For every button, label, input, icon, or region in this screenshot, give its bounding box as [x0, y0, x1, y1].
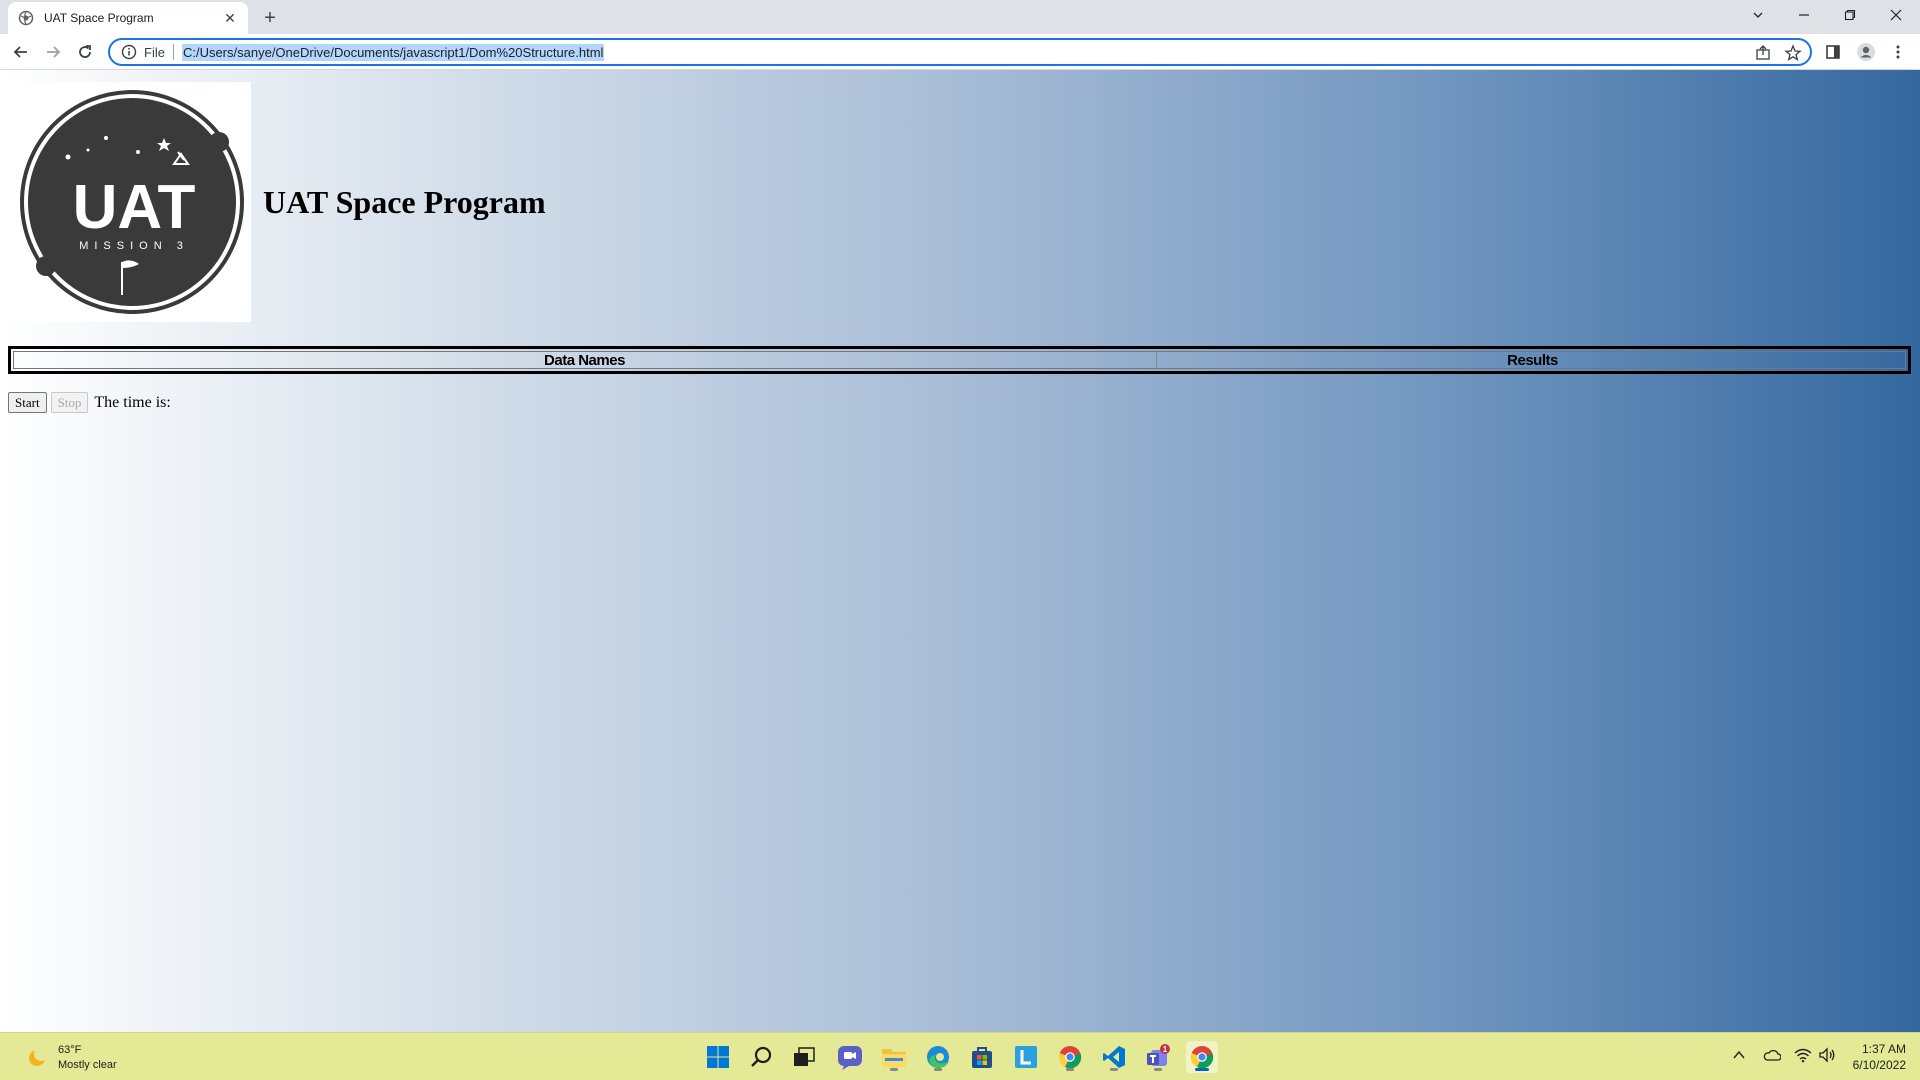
running-indicator	[1066, 1068, 1074, 1071]
active-indicator	[1195, 1068, 1209, 1071]
tab-close-icon[interactable]: ✕	[222, 10, 238, 26]
teams-badge: 1	[1163, 1045, 1168, 1054]
search-icon[interactable]	[746, 1041, 778, 1073]
data-table: Data Names Results	[8, 346, 1911, 374]
column-header-data-names: Data Names	[13, 351, 1157, 369]
teams-icon[interactable]: 1	[1142, 1041, 1174, 1073]
omnibox-separator	[172, 44, 174, 60]
onedrive-cloud-icon[interactable]	[1762, 1045, 1782, 1065]
tab-title: UAT Space Program	[44, 11, 154, 25]
vscode-icon[interactable]	[1098, 1041, 1130, 1073]
globe-icon	[18, 10, 34, 26]
page-header: UAT MISSION 3 UAT Space Program	[8, 82, 546, 322]
running-indicator	[1110, 1068, 1118, 1071]
windows-start-icon[interactable]	[702, 1041, 734, 1073]
forward-arrow-icon[interactable]	[41, 40, 65, 64]
chat-icon[interactable]	[834, 1041, 866, 1073]
side-panel-icon[interactable]	[1823, 42, 1843, 62]
system-clock[interactable]: 1:37 AM 6/10/2022	[1840, 1041, 1906, 1073]
reload-icon[interactable]	[73, 40, 97, 64]
chrome-active-icon[interactable]	[1186, 1041, 1218, 1073]
clock-time: 1:37 AM	[1861, 1042, 1906, 1056]
volume-icon[interactable]	[1817, 1045, 1837, 1065]
tab-strip: UAT Space Program ✕ +	[0, 0, 1920, 34]
stop-button[interactable]: Stop	[50, 392, 89, 413]
task-view-icon[interactable]	[788, 1041, 820, 1073]
time-label: The time is:	[94, 393, 171, 411]
weather-description: Mostly clear	[58, 1059, 117, 1071]
address-bar[interactable]: File C:/Users/sanye/OneDrive/Documents/j…	[108, 38, 1812, 66]
menu-kebab-icon[interactable]	[1888, 42, 1908, 62]
browser-toolbar: File C:/Users/sanye/OneDrive/Documents/j…	[0, 34, 1920, 70]
wifi-icon[interactable]	[1793, 1045, 1813, 1065]
running-indicator	[890, 1068, 898, 1071]
close-window-icon[interactable]	[1874, 0, 1918, 30]
logo-wordmark: UAT	[73, 173, 196, 242]
minimize-icon[interactable]	[1782, 0, 1826, 30]
weather-widget[interactable]: 63°F Mostly clear	[26, 1043, 117, 1073]
share-icon[interactable]	[1754, 44, 1772, 62]
taskbar: 63°F Mostly clear 1 1:37 AM 6/10/2022	[0, 1032, 1920, 1080]
page-viewport: UAT MISSION 3 UAT Space Program Data Nam…	[0, 70, 1920, 1032]
page-title: UAT Space Program	[263, 183, 546, 220]
restore-icon[interactable]	[1828, 0, 1872, 30]
back-arrow-icon[interactable]	[9, 40, 33, 64]
tab-search-icon[interactable]	[1736, 0, 1780, 30]
edge-icon[interactable]	[922, 1041, 954, 1073]
table-header-row: Data Names Results	[13, 351, 1906, 369]
start-button[interactable]: Start	[8, 392, 47, 413]
new-tab-icon[interactable]: +	[258, 6, 282, 30]
scheme-label: File	[144, 44, 165, 60]
running-indicator	[1154, 1068, 1162, 1071]
chevron-up-icon[interactable]	[1729, 1045, 1749, 1065]
column-header-results: Results	[1507, 351, 1558, 369]
clock-date: 6/10/2022	[1852, 1058, 1906, 1072]
microsoft-store-icon[interactable]	[966, 1041, 998, 1073]
logo-subtext: MISSION 3	[79, 240, 189, 252]
uat-mission-logo: UAT MISSION 3	[8, 82, 251, 322]
moon-weather-icon	[29, 1047, 48, 1066]
bookmark-star-icon[interactable]	[1784, 44, 1802, 62]
browser-tab[interactable]: UAT Space Program ✕	[8, 2, 248, 34]
learning-app-icon[interactable]	[1010, 1041, 1042, 1073]
file-explorer-icon[interactable]	[878, 1041, 910, 1073]
url-text[interactable]: C:/Users/sanye/OneDrive/Documents/javasc…	[181, 43, 605, 61]
running-indicator	[934, 1068, 942, 1071]
info-icon[interactable]	[120, 43, 138, 61]
timer-controls: Start Stop The time is:	[8, 392, 171, 413]
profile-avatar-icon[interactable]	[1856, 42, 1876, 62]
weather-temperature: 63°F	[58, 1044, 82, 1056]
chrome-icon[interactable]	[1054, 1041, 1086, 1073]
